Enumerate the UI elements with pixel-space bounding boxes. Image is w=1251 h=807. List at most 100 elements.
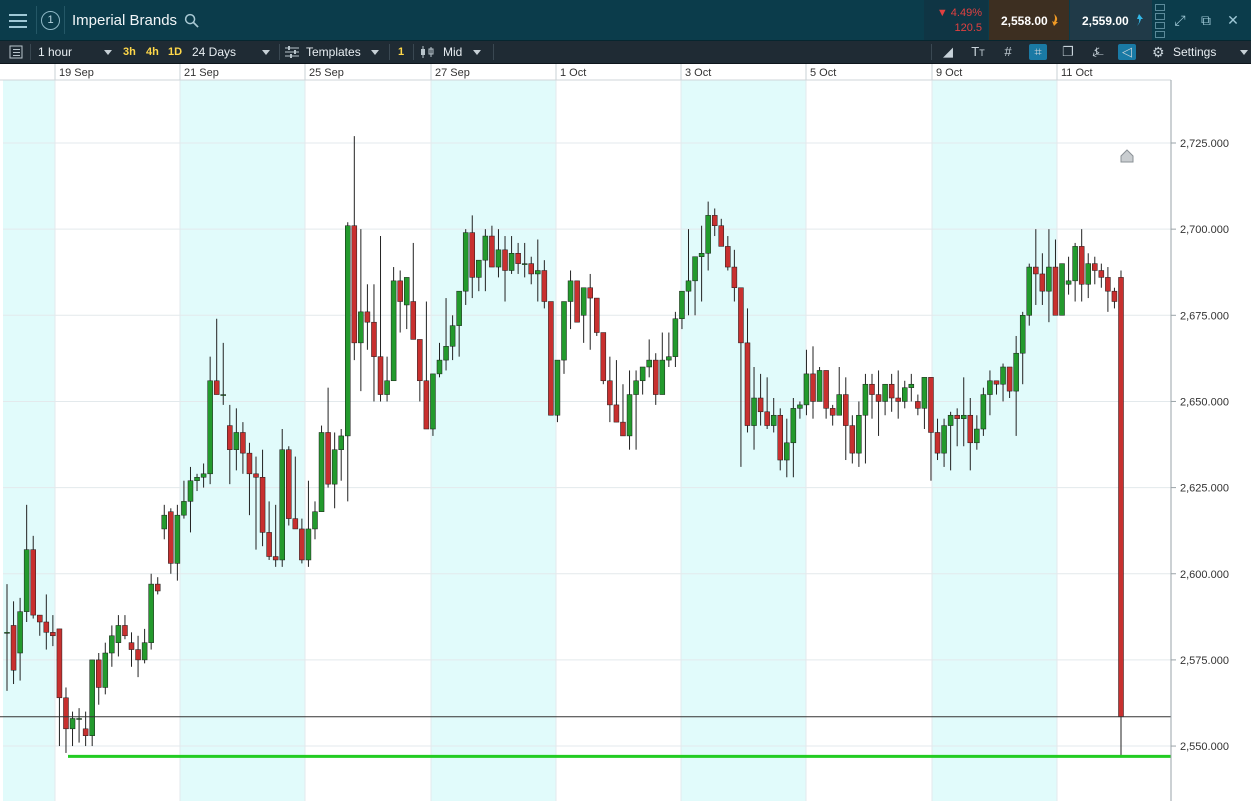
- sell-price: 2,558.00: [1001, 14, 1048, 28]
- candle: [63, 687, 69, 753]
- candle: [423, 301, 430, 430]
- candle: [856, 401, 862, 467]
- drag-handle-icon[interactable]: [1155, 4, 1165, 38]
- candle-body: [777, 414, 783, 461]
- timeframe-4h[interactable]: 4h: [146, 41, 159, 63]
- candle: [672, 311, 679, 367]
- candle-body: [371, 321, 377, 357]
- candle-body: [1105, 277, 1111, 292]
- candle: [331, 432, 338, 509]
- chevron-down-icon: [1240, 50, 1248, 55]
- price-tag-icon[interactable]: ◁: [1118, 44, 1136, 60]
- draw-line-icon[interactable]: ◢: [939, 44, 957, 60]
- candlestick-chart[interactable]: 2,558.5002,547.000 19 Sep21 Sep25 Sep27 …: [0, 64, 1251, 807]
- candle-body: [692, 256, 698, 282]
- candle: [148, 573, 154, 650]
- candle-body: [810, 373, 816, 402]
- candle: [587, 273, 593, 350]
- candle-body: [1065, 280, 1072, 285]
- candle-body: [888, 383, 895, 399]
- candle-body: [829, 408, 836, 416]
- interval-select[interactable]: 1 hour: [38, 41, 116, 63]
- candle-body: [213, 380, 220, 395]
- candle-body: [646, 359, 652, 368]
- timeframe-3h[interactable]: 3h: [123, 41, 136, 63]
- grid-icon[interactable]: #: [999, 44, 1017, 60]
- candle-body: [515, 253, 521, 264]
- text-size-icon[interactable]: TT: [969, 44, 987, 60]
- scroll-marker-icon: [1120, 149, 1134, 163]
- close-icon[interactable]: ✕: [1225, 12, 1241, 28]
- candle-body: [181, 501, 187, 516]
- candle-body: [561, 301, 567, 361]
- search-icon[interactable]: [184, 13, 199, 28]
- candle-body: [345, 225, 351, 437]
- buy-button[interactable]: 2,559.00: [1070, 0, 1152, 40]
- candle-body: [770, 414, 777, 426]
- price-label: 2,725.000: [1180, 138, 1229, 150]
- timeframe-1d[interactable]: 1D: [168, 41, 182, 63]
- popout-icon[interactable]: ⧉: [1198, 12, 1214, 28]
- range-select[interactable]: 24 Days: [192, 41, 274, 63]
- candle-body: [823, 370, 829, 409]
- candle: [286, 446, 292, 526]
- candle-body: [672, 318, 679, 357]
- candle-body: [875, 394, 882, 402]
- candle: [338, 429, 344, 481]
- candle-body: [351, 225, 358, 344]
- candle-body: [148, 583, 154, 643]
- price-label: 2,650.000: [1180, 396, 1229, 408]
- candle: [305, 480, 312, 567]
- candle-body: [993, 380, 1000, 385]
- chevron-down-icon: [104, 50, 112, 55]
- templates-menu[interactable]: Templates: [285, 41, 385, 63]
- candle-body: [305, 528, 312, 561]
- candle-body: [1111, 290, 1118, 302]
- candle: [607, 356, 613, 423]
- date-label: 5 Oct: [810, 67, 836, 79]
- candle: [1085, 253, 1091, 299]
- candle-body: [423, 380, 430, 430]
- candle-body: [50, 632, 56, 637]
- candle: [403, 277, 410, 330]
- candle: [613, 360, 620, 423]
- candle-body: [1033, 266, 1039, 275]
- candle-body: [849, 425, 856, 454]
- date-label: 25 Sep: [309, 67, 344, 79]
- candle: [364, 284, 371, 350]
- list-icon[interactable]: [9, 41, 25, 63]
- chevron-down-icon: [371, 50, 379, 55]
- indicator-count-badge[interactable]: 1: [398, 41, 404, 63]
- expand-icon[interactable]: ⤢: [1172, 12, 1188, 28]
- crosshair-icon[interactable]: ⌗: [1029, 44, 1047, 60]
- indicator-icon[interactable]: ⍼: [1089, 44, 1107, 60]
- chart-area[interactable]: 2,558.5002,547.000 19 Sep21 Sep25 Sep27 …: [0, 64, 1251, 807]
- candle-body: [109, 635, 115, 654]
- candle-body: [882, 383, 888, 402]
- candle: [122, 615, 128, 640]
- candle-body: [495, 249, 502, 268]
- price-type-select[interactable]: Mid: [420, 41, 486, 63]
- candle-body: [462, 232, 469, 292]
- candle: [836, 366, 842, 416]
- candle: [1111, 287, 1118, 309]
- gear-icon: ⚙: [1152, 44, 1165, 60]
- candle-body: [902, 387, 908, 402]
- candle-body: [233, 432, 240, 450]
- instrument-title[interactable]: Imperial Brands: [72, 12, 177, 29]
- candle-body: [757, 397, 764, 413]
- candle-body: [705, 215, 711, 254]
- settings-button[interactable]: ⚙ Settings: [1152, 41, 1248, 63]
- sell-button[interactable]: 2,558.00: [989, 0, 1069, 40]
- candle-body: [174, 514, 181, 564]
- candle-body: [554, 359, 561, 416]
- candle: [875, 370, 882, 436]
- sliders-icon: [285, 46, 299, 58]
- badge-one-icon[interactable]: 1: [41, 11, 60, 30]
- menu-icon[interactable]: [7, 10, 29, 30]
- copy-icon[interactable]: ❐: [1059, 44, 1077, 60]
- candle-body: [358, 311, 364, 344]
- candle-body: [639, 366, 646, 382]
- candle-body: [259, 477, 266, 533]
- candle: [1118, 270, 1124, 757]
